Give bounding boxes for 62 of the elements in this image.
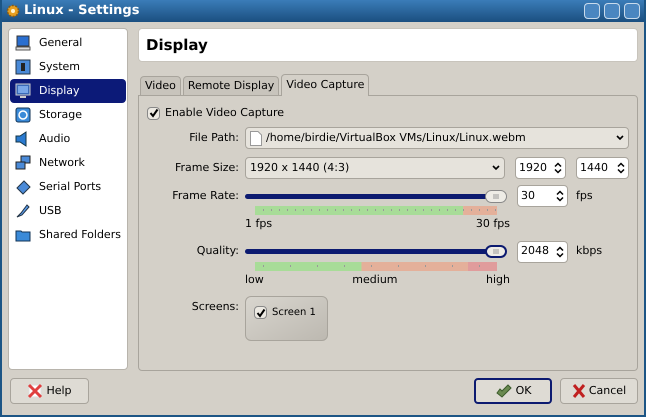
dropdown[interactable]: /home/birdie/VirtualBox VMs/Linux/Linux.webm [245,127,629,149]
minimize-button[interactable] [604,3,620,19]
sidebar-item[interactable]: USB [10,199,126,223]
help-title-button[interactable] [584,3,600,19]
spin-box[interactable]: 30 [517,185,568,207]
sidebar-item[interactable]: Network [10,151,126,175]
help-button[interactable]: Help [10,378,89,404]
spin-arrows-icon [617,162,625,174]
scale-label: low [245,272,264,288]
spin-box[interactable]: 2048 [517,240,568,262]
window-title: Linux - Settings [24,2,140,20]
checkbox[interactable] [147,106,160,120]
file-icon [250,130,262,146]
scale-label: medium [352,272,398,288]
gear-icon [6,4,20,18]
spin-arrows-icon [556,246,564,258]
unit-label: fps [576,188,593,204]
field-label: Frame Rate: [172,188,239,204]
slider[interactable] [245,244,507,258]
check-arrow-icon [494,383,513,399]
spin-box[interactable]: 1920 [515,157,566,179]
dropdown[interactable]: 1920 x 1440 (4:3) [245,157,505,179]
sidebar-item[interactable]: Audio [10,127,126,151]
field-label: Screens: [192,299,239,315]
checkbox-label: Screen 1 [272,306,316,320]
cancel-button[interactable]: Cancel [560,378,638,404]
disk-icon [15,107,31,123]
display-icon [15,83,31,99]
sidebar-item[interactable]: System [10,55,126,79]
sidebar-item[interactable]: Shared Folders [10,223,126,247]
caret-icon [616,135,624,141]
network-icon [15,155,31,171]
caret-icon [492,165,500,171]
tab[interactable]: Video [140,76,181,95]
sidebar-item[interactable]: Display [10,79,126,103]
slider-thumb[interactable] [485,190,507,202]
sidebar-item[interactable]: General [10,31,126,55]
ok-button[interactable]: OK [474,378,552,404]
page-title: Display [146,34,208,56]
scale-label: 1 fps [245,216,272,232]
sidebar-item[interactable]: Serial Ports [10,175,126,199]
scale-label: 30 fps [476,216,510,232]
unit-label: kbps [576,243,602,260]
field-label: Frame Size: [174,160,239,176]
slider-thumb[interactable] [485,245,507,258]
checkbox-label: Enable Video Capture [165,104,284,121]
spin-box[interactable]: 1440 [576,157,629,179]
spin-arrows-icon [556,190,564,202]
field-label: Quality: [196,243,239,260]
tab[interactable]: Remote Display [182,76,280,95]
tab[interactable]: Video Capture [281,74,370,96]
monitor-icon [15,35,31,51]
slider[interactable] [245,189,507,203]
sidebar-item[interactable]: Storage [10,103,126,127]
scale-label: high [486,272,510,288]
spin-arrows-icon [554,162,562,174]
checkbox[interactable] [254,306,267,319]
pen-icon [15,203,31,219]
close-button[interactable] [624,3,640,19]
chip-icon [15,59,31,75]
field-label: File Path: [189,130,239,146]
cross-icon [572,383,586,399]
